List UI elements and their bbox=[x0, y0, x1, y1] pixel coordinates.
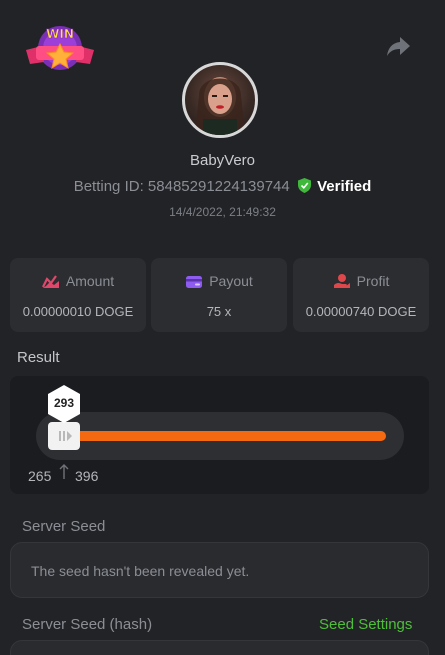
amount-card: Amount 0.00000010 DOGE bbox=[10, 258, 146, 332]
share-icon[interactable] bbox=[384, 34, 412, 60]
range-max: 396 bbox=[75, 468, 99, 484]
verified-label: Verified bbox=[317, 178, 372, 195]
amount-value: 0.00000010 DOGE bbox=[22, 304, 134, 319]
payout-value: 75 x bbox=[206, 304, 232, 319]
grip-icon bbox=[59, 431, 72, 441]
payout-card: Payout 75 x bbox=[151, 258, 287, 332]
arrow-up-icon bbox=[59, 464, 69, 479]
amount-label: Amount bbox=[65, 273, 115, 289]
result-label: Result bbox=[17, 349, 60, 366]
amount-icon bbox=[41, 275, 59, 288]
server-seed-field[interactable]: The seed hasn't been revealed yet. bbox=[10, 542, 429, 598]
win-badge-logo: WIN bbox=[22, 20, 98, 76]
verified-shield-icon bbox=[297, 178, 311, 197]
payout-label: Payout bbox=[209, 273, 253, 289]
result-slider-handle[interactable] bbox=[48, 422, 80, 450]
profit-card: Profit 0.00000740 DOGE bbox=[293, 258, 429, 332]
server-seed-hash-field[interactable] bbox=[10, 640, 429, 655]
profit-value: 0.00000740 DOGE bbox=[305, 304, 417, 319]
server-seed-label: Server Seed bbox=[22, 518, 106, 535]
server-seed-value: The seed hasn't been revealed yet. bbox=[31, 563, 250, 579]
betting-id-label: Betting ID: bbox=[73, 178, 144, 195]
server-seed-hash-label: Server Seed (hash) bbox=[22, 616, 153, 633]
profit-label: Profit bbox=[356, 273, 390, 289]
svg-text:WIN: WIN bbox=[46, 27, 74, 41]
betting-id-line: Betting ID: 58485291224139744 Verified bbox=[0, 178, 445, 197]
avatar bbox=[182, 62, 258, 138]
result-value: 293 bbox=[53, 396, 75, 410]
username: BabyVero bbox=[189, 152, 256, 169]
betting-id-value: 58485291224139744 bbox=[147, 178, 290, 195]
bet-timestamp: 14/4/2022, 21:49:32 bbox=[169, 205, 276, 219]
profit-icon bbox=[333, 274, 350, 288]
result-slider-fill bbox=[50, 431, 386, 441]
range-min: 265 bbox=[28, 468, 52, 484]
payout-icon bbox=[186, 276, 203, 288]
seed-settings-link[interactable]: Seed Settings bbox=[319, 616, 412, 633]
